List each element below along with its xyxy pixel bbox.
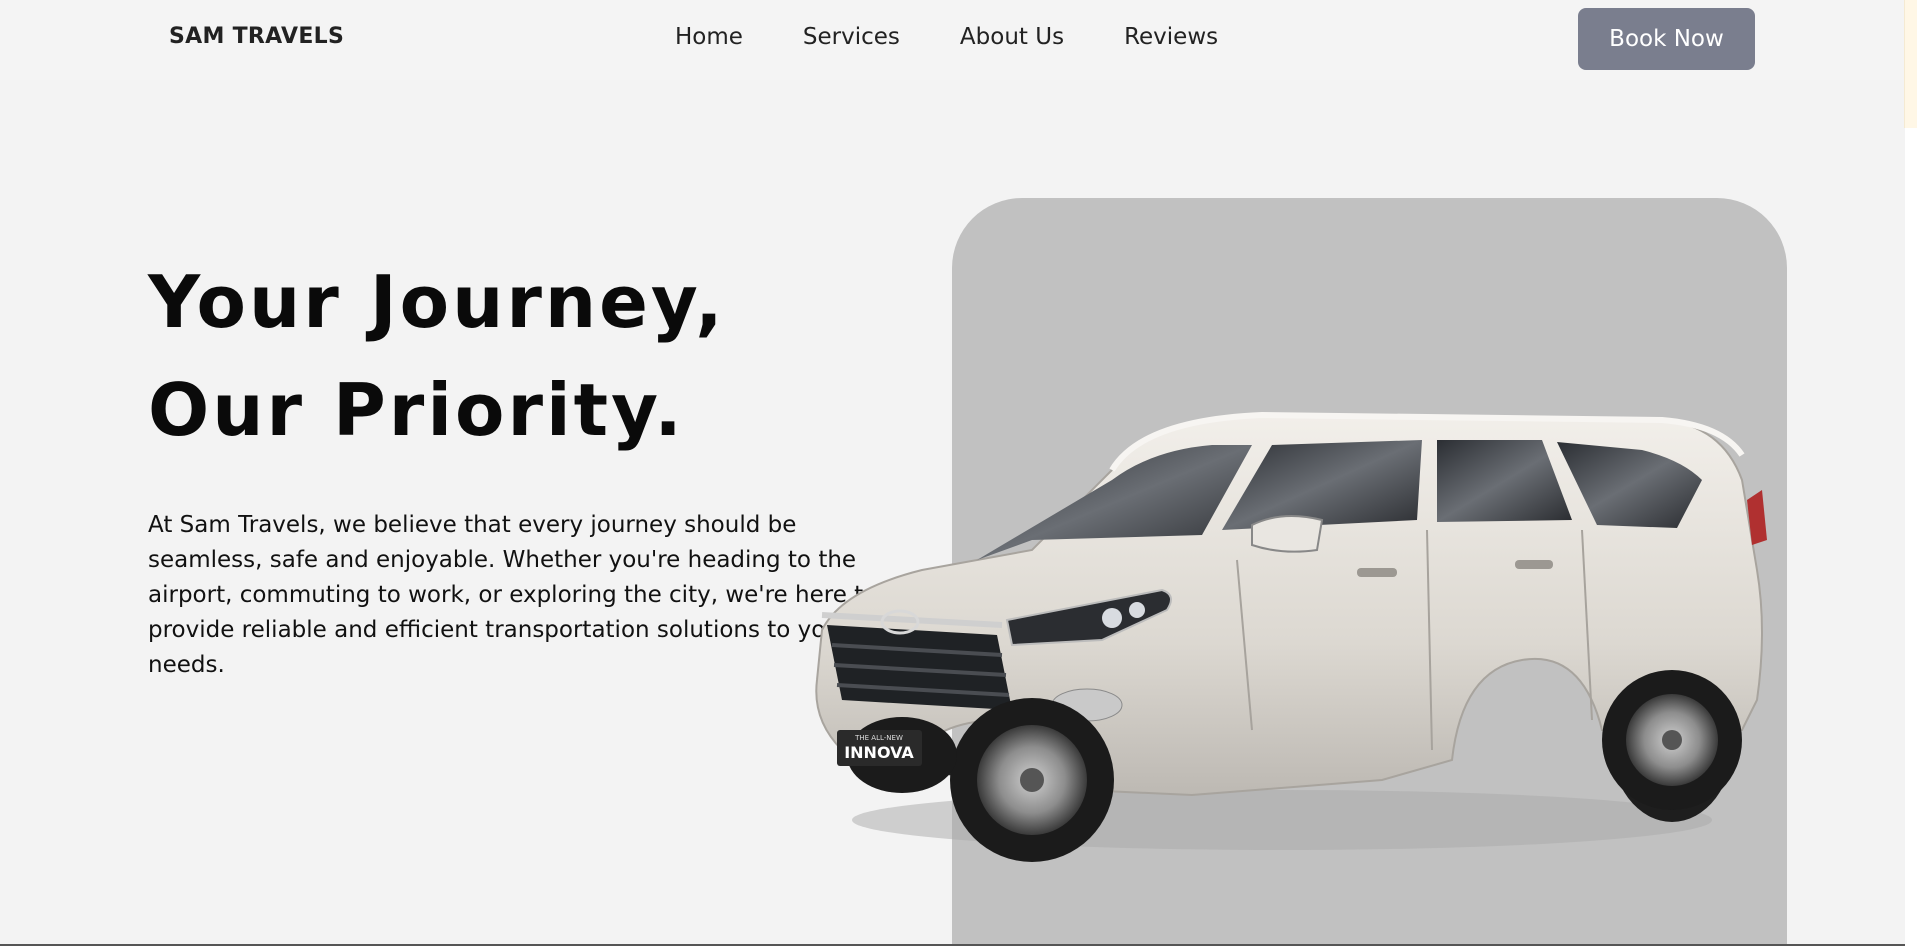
car-badge: INNOVA	[844, 743, 914, 762]
brand-logo[interactable]: SAM TRAVELS	[169, 24, 344, 49]
page: SAM TRAVELS Home Services About Us Revie…	[0, 0, 1905, 946]
nav-link-home[interactable]: Home	[675, 24, 743, 50]
hero-description: At Sam Travels, we believe that every jo…	[148, 512, 878, 678]
scrollbar-track[interactable]	[1904, 0, 1917, 946]
book-now-button[interactable]: Book Now	[1578, 8, 1755, 70]
nav-link-about-us[interactable]: About Us	[960, 24, 1064, 50]
hero-title-line-1: Your Journey,	[148, 260, 726, 344]
hero-title: Your Journey, Our Priority.	[148, 248, 726, 464]
nav-link-reviews[interactable]: Reviews	[1124, 24, 1218, 50]
scrollbar-thumb[interactable]	[1904, 0, 1917, 128]
car-badge-small: THE ALL-NEW	[854, 734, 903, 742]
nav-link-services[interactable]: Services	[803, 24, 900, 50]
navbar: SAM TRAVELS Home Services About Us Revie…	[0, 0, 1905, 80]
car-image: THE ALL-NEW INNOVA	[815, 411, 1767, 862]
hero-title-line-2: Our Priority.	[148, 368, 685, 452]
nav-links: Home Services About Us Reviews	[675, 24, 1278, 50]
